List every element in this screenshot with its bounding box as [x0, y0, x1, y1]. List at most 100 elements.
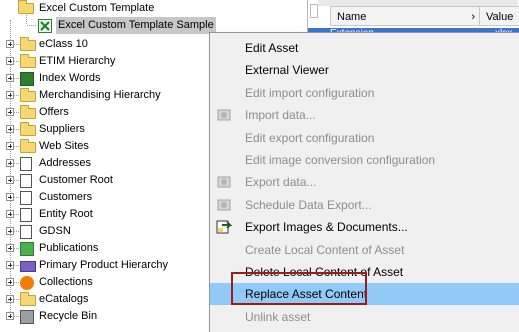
schedule-export-icon [216, 197, 232, 213]
expand-icon[interactable] [6, 295, 14, 303]
tree-item-label: Web Sites [39, 140, 89, 152]
folder-icon [20, 292, 36, 306]
tree-item-label: Merchandising Hierarchy [39, 89, 161, 101]
tree-connector [14, 180, 19, 181]
collections-icon [20, 276, 34, 290]
column-header-value-label: Value [486, 11, 514, 23]
expand-icon[interactable] [6, 176, 14, 184]
excel-template-icon [38, 19, 52, 33]
tree-connector [14, 44, 19, 45]
expand-icon[interactable] [6, 227, 14, 235]
column-header-name-label: Name [337, 11, 367, 23]
expand-icon[interactable] [6, 108, 14, 116]
menu-item-delete-local-content-of-asset[interactable]: Delete Local Content of Asset [210, 261, 519, 283]
entity-icon [20, 174, 32, 188]
expand-icon[interactable] [6, 142, 14, 150]
menu-item-external-viewer[interactable]: External Viewer [210, 59, 519, 81]
tree-item-label: Offers [39, 106, 69, 118]
tree-item-label: eClass 10 [39, 38, 88, 50]
expand-icon[interactable] [6, 57, 14, 65]
tree-connector [14, 163, 19, 164]
tree-item-label: Primary Product Hierarchy [39, 259, 168, 271]
menu-item-edit-import-configuration[interactable]: Edit import configuration [210, 82, 519, 104]
tree-connector [14, 214, 19, 215]
menu-item-label: Create Local Content of Asset [245, 242, 405, 257]
menu-item-label: External Viewer [245, 63, 329, 78]
menu-item-label: Schedule Data Export... [245, 197, 372, 212]
export-images-icon [216, 219, 233, 235]
tree-connector [14, 197, 19, 198]
menu-item-label: Edit export configuration [245, 130, 375, 145]
tree-connector [14, 248, 19, 249]
menu-item-label: Edit import configuration [245, 85, 375, 100]
tree-connector [14, 299, 19, 300]
tree-connector [14, 78, 19, 79]
menu-item-import-data[interactable]: Import data... [210, 104, 519, 126]
expand-icon[interactable] [6, 74, 14, 82]
expand-icon[interactable] [6, 244, 14, 252]
menu-item-label: Unlink asset [245, 309, 311, 324]
tree-item-label: Collections [39, 276, 93, 288]
entity-icon [20, 208, 32, 222]
folder-icon [20, 88, 36, 102]
tree-connector [14, 316, 19, 317]
expand-icon[interactable] [6, 91, 14, 99]
expand-icon[interactable] [6, 261, 14, 269]
menu-item-export-data[interactable]: Export data... [210, 171, 519, 193]
tree-connector [14, 282, 19, 283]
folder-icon [20, 105, 36, 119]
tree-connector [14, 231, 19, 232]
column-header-value[interactable]: Value [480, 6, 519, 26]
expand-icon[interactable] [6, 210, 14, 218]
expand-icon[interactable] [6, 40, 14, 48]
tree-item-label: Publications [39, 242, 99, 254]
menu-item-unlink-asset[interactable]: Unlink asset [210, 306, 519, 328]
menu-item-edit-asset[interactable]: Edit Asset [210, 37, 519, 59]
folder-icon [18, 0, 34, 14]
tree-item-label: ETIM Hierarchy [39, 55, 116, 67]
tree-item-label: Recycle Bin [39, 310, 98, 322]
tree-item-label: Customers [39, 191, 93, 203]
menu-item-edit-image-conversion-configuration[interactable]: Edit image conversion configuration [210, 149, 519, 171]
menu-item-label: Export data... [245, 175, 317, 190]
folder-icon [20, 37, 36, 51]
import-data-icon [216, 107, 232, 123]
tree-guide-line [10, 20, 11, 320]
context-menu: Edit Asset External Viewer Edit import con… [209, 32, 519, 332]
tree-connector [14, 129, 19, 130]
menu-item-edit-export-configuration[interactable]: Edit export configuration [210, 127, 519, 149]
entity-icon [20, 225, 32, 239]
product-hierarchy-icon [20, 261, 36, 272]
menu-item-export-images-documents[interactable]: Export Images & Documents... [210, 216, 519, 238]
tree-item-label: Suppliers [39, 123, 85, 135]
folder-icon [20, 139, 36, 153]
menu-item-label: Import data... [245, 108, 316, 123]
tree-item-label: Index Words [39, 72, 101, 84]
menu-item-label: Edit image conversion configuration [245, 153, 436, 167]
menu-item-label: Export Images & Documents... [245, 220, 408, 235]
expand-icon[interactable] [6, 193, 14, 201]
expand-icon[interactable] [6, 159, 14, 167]
tree-item-label: Customer Root [39, 174, 113, 186]
tree-item-label: eCatalogs [39, 293, 89, 305]
menu-item-label: Replace Asset Content [245, 287, 368, 302]
tree-item-label: Entity Root [39, 208, 93, 220]
grid-row-selector[interactable] [310, 4, 318, 18]
tree-item-label: Addresses [39, 157, 91, 169]
menu-item-replace-asset-content[interactable]: Replace Asset Content [210, 283, 519, 306]
expand-icon[interactable] [6, 278, 14, 286]
expand-icon[interactable] [6, 312, 14, 320]
entity-icon [20, 191, 32, 205]
tree-connector [27, 25, 36, 26]
menu-item-schedule-data-export[interactable]: Schedule Data Export... [210, 194, 519, 216]
column-header-name[interactable]: Name › [330, 6, 480, 26]
export-data-icon [216, 174, 232, 190]
tree-connector [14, 265, 19, 266]
index-words-icon [20, 72, 34, 86]
expand-icon[interactable] [6, 125, 14, 133]
tree-connector [14, 61, 19, 62]
chevron-right-icon: › [471, 11, 475, 23]
folder-icon [20, 54, 36, 68]
menu-item-create-local-content-of-asset[interactable]: Create Local Content of Asset [210, 239, 519, 261]
tree-item-label: GDSN [39, 225, 71, 237]
